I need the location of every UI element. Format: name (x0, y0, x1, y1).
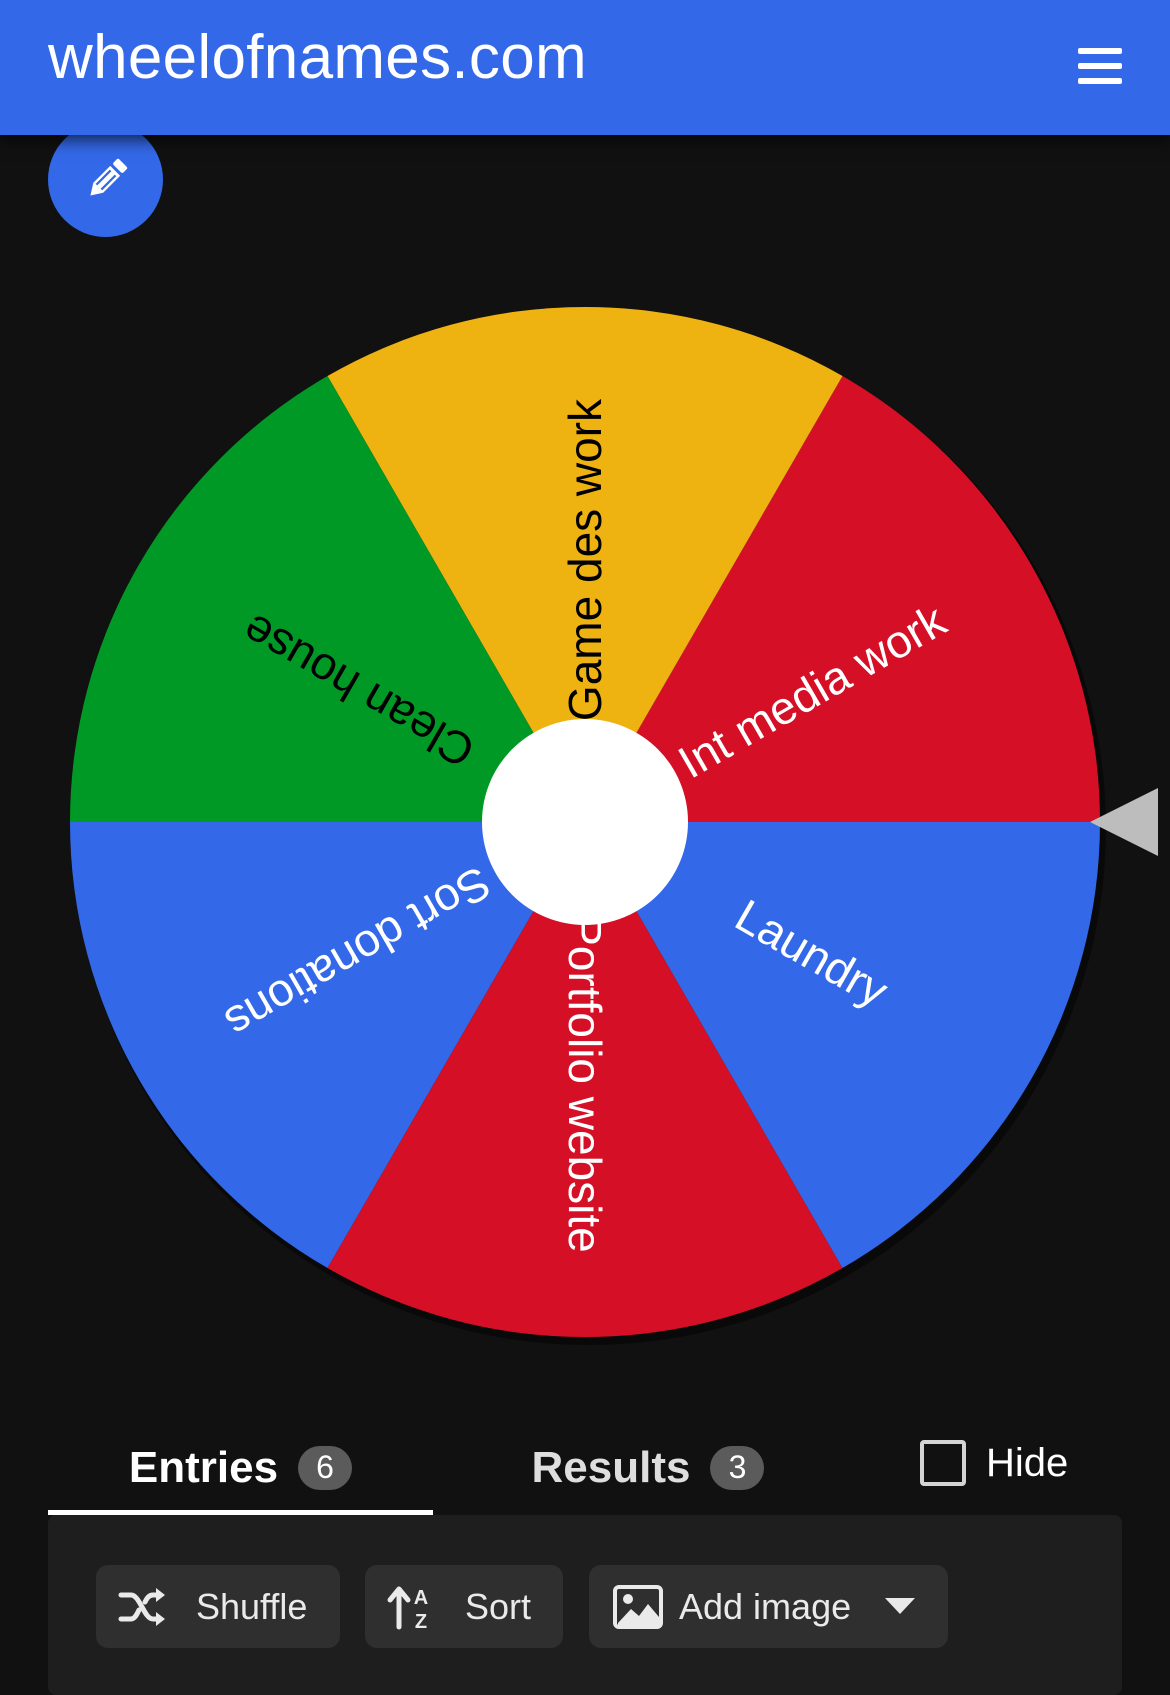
hide-checkbox[interactable] (920, 1440, 966, 1486)
edit-button[interactable] (48, 122, 163, 237)
hide-label: Hide (986, 1440, 1069, 1485)
tab-results-label: Results (531, 1442, 691, 1492)
menu-line (1078, 48, 1122, 54)
wheel-center-hub[interactable] (482, 719, 688, 925)
site-title[interactable]: wheelofnames.com (48, 22, 587, 93)
menu-line (1078, 78, 1122, 84)
menu-line (1078, 63, 1122, 69)
results-count-badge: 3 (710, 1445, 765, 1490)
sort-button[interactable]: A Z Sort (365, 1565, 563, 1648)
hide-toggle[interactable]: Hide (920, 1420, 1068, 1506)
shuffle-label: Shuffle (196, 1585, 308, 1627)
spinning-wheel[interactable]: Int media workGame des workClean houseSo… (0, 135, 1170, 1375)
shuffle-button[interactable]: Shuffle (96, 1565, 340, 1648)
add-image-button[interactable]: Add image (589, 1565, 948, 1648)
wheel-segment-label: Game des work (559, 398, 611, 721)
hamburger-menu-icon[interactable] (1070, 36, 1130, 96)
chevron-down-icon[interactable] (885, 1597, 916, 1616)
top-app-bar: wheelofnames.com (0, 0, 1170, 135)
add-image-label: Add image (679, 1585, 852, 1627)
wheel-segment-label: Portfolio website (559, 915, 611, 1253)
tab-entries-label: Entries (128, 1442, 279, 1492)
pencil-icon (89, 158, 127, 196)
svg-text:A: A (414, 1587, 428, 1609)
entries-panel: Shuffle A Z Sort Add image (48, 1515, 1122, 1695)
entries-results-tabs: Entries 6 Results 3 Hide (48, 1420, 1122, 1515)
sort-label: Sort (465, 1585, 532, 1627)
shuffle-icon (118, 1587, 165, 1626)
svg-text:Z: Z (415, 1611, 427, 1631)
entries-count-badge: 6 (298, 1445, 353, 1490)
image-icon (613, 1584, 663, 1629)
wheel-area: Int media work Game des work Clean house So… (0, 135, 1170, 1375)
tab-results[interactable]: Results 3 (483, 1420, 813, 1515)
sort-icon: A Z (387, 1586, 428, 1631)
tab-entries[interactable]: Entries 6 (48, 1420, 433, 1515)
